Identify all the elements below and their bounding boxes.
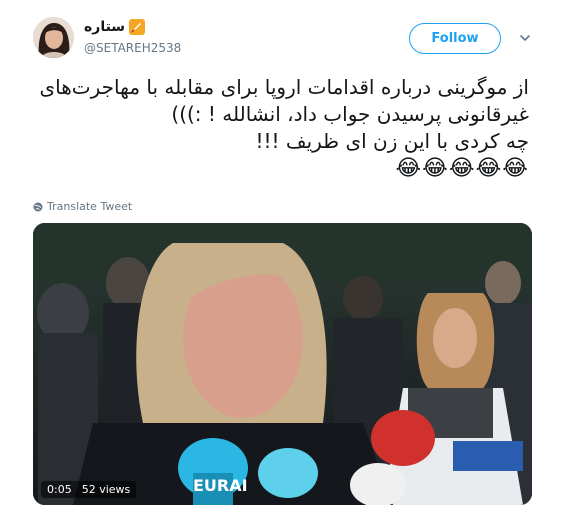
tweet-line: چه کردی با این زن ای ظریف !!! [255,129,529,153]
user-handle[interactable]: @SETAREH2538 [84,41,181,55]
display-name-row[interactable]: ستاره [84,18,146,36]
globe-icon [33,202,43,211]
video-player[interactable]: EURAI [33,223,532,505]
tweet-line: از موگرینی درباره اقدامات اروپا برای مقا… [39,75,529,99]
video-time: 0:05 [47,483,72,496]
mic-flag-text: EURAI [193,476,248,495]
display-name[interactable]: ستاره [84,19,125,35]
follow-button[interactable]: Follow [409,23,501,54]
tweet-text: از موگرینی درباره اقدامات اروپا برای مقا… [29,74,529,182]
tweet-emojis: 😂😂😂😂😂 [395,156,529,181]
avatar[interactable] [33,17,74,58]
video-frame: EURAI [33,223,532,505]
tweet-card: ستاره @SETAREH2538 Follow از موگرینی درب… [0,0,562,517]
video-views: 52 views [81,483,131,496]
tweet-line: غیرقانونی پرسیدن جواب داد، انشالله ! :))… [171,102,529,126]
translate-tweet-link[interactable]: Translate Tweet [33,200,132,213]
rocket-emoji-icon [129,19,146,35]
chevron-down-icon[interactable] [519,32,531,44]
video-stats: 0:05 52 views [41,481,137,498]
translate-label[interactable]: Translate Tweet [47,200,132,213]
